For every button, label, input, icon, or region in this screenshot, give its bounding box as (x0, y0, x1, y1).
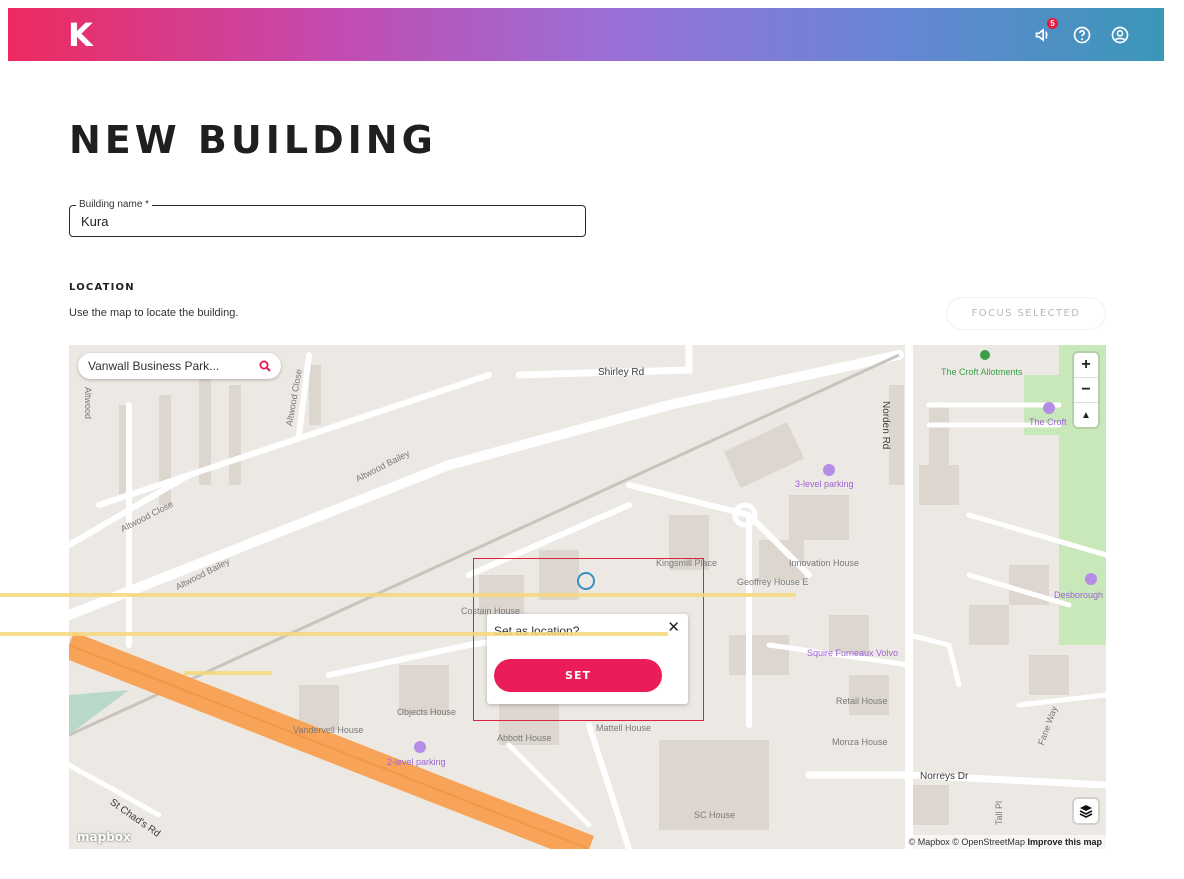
map-label-sc-house: SC House (694, 810, 736, 820)
help-button[interactable] (1070, 23, 1094, 47)
search-icon[interactable] (259, 360, 271, 372)
map-label-abbott-house: Abbott House (497, 733, 552, 743)
map-zoom-controls: + − ▲ (1074, 353, 1098, 427)
map-label-norreys-dr: Norreys Dr (920, 771, 969, 782)
announcements-button[interactable]: 5 (1032, 18, 1058, 47)
zoom-out-button[interactable]: − (1074, 378, 1098, 403)
popup-close-button[interactable]: ✕ (667, 618, 680, 636)
map-layers-button[interactable] (1074, 799, 1098, 823)
kura-logo[interactable]: K (68, 19, 94, 51)
map-attribution: © Mapbox © OpenStreetMap Improve this ma… (904, 835, 1106, 849)
map-label-monza-house: Monza House (832, 737, 888, 747)
account-icon (1111, 26, 1129, 44)
building-name-input[interactable] (81, 214, 561, 229)
compass-button[interactable]: ▲ (1074, 403, 1098, 427)
help-icon (1073, 26, 1091, 44)
map-label-croft-allotments: The Croft Allotments (941, 367, 1023, 377)
location-help-text: Use the map to locate the building. (69, 307, 239, 319)
account-button[interactable] (1108, 23, 1132, 47)
location-map[interactable]: Shirley Rd Norden Rd Altwood Altwood Clo… (69, 345, 1106, 849)
location-section-title: LOCATION (69, 282, 135, 293)
page-title: NEW BUILDING (69, 118, 437, 162)
attribution-text[interactable]: © Mapbox © OpenStreetMap (909, 837, 1025, 847)
zoom-in-button[interactable]: + (1074, 353, 1098, 378)
map-label-squire-furneaux: Squire Furneaux Volvo (807, 648, 899, 658)
map-search-input[interactable]: Vanwall Business Park... (88, 359, 259, 373)
location-marker[interactable] (577, 572, 595, 590)
popup-question: Set as location? (494, 624, 580, 638)
map-label-retail-house: Retail House (836, 696, 888, 706)
map-label-altwood: Altwood (83, 387, 93, 420)
mapbox-logo[interactable]: mapbox (77, 830, 131, 844)
map-label-norden-rd: Norden Rd (880, 401, 891, 450)
notification-badge: 5 (1047, 18, 1058, 29)
map-label-shirley-rd: Shirley Rd (598, 367, 645, 378)
top-icons: 5 (1032, 18, 1132, 47)
layers-icon (1079, 805, 1093, 818)
map-label-3-level-parking: 3-level parking (795, 479, 854, 489)
map-label-tall-pl: Tall Pl (994, 800, 1004, 825)
map-label-2-level-parking: 2-level parking (387, 757, 446, 767)
set-location-button[interactable]: SET (494, 659, 662, 692)
building-name-field[interactable]: Building name * (69, 199, 586, 237)
map-label-the-croft: The Croft (1029, 417, 1067, 427)
top-navigation-bar: K 5 (8, 8, 1164, 61)
map-label-kingsmill-place: Kingsmill Place (656, 558, 718, 568)
map-label-geoffrey-house: Geoffrey House E (737, 577, 809, 587)
map-label-vandervell-house: Vandervell House (293, 725, 364, 735)
improve-map-link[interactable]: Improve this map (1027, 837, 1102, 847)
set-location-popup: Set as location? ✕ SET (487, 614, 688, 704)
map-label-mattell-house: Mattell House (596, 723, 652, 733)
building-name-label: Building name * (76, 199, 153, 210)
map-label-objects-house: Objects House (397, 707, 457, 717)
map-label-desborough: Desborough (1054, 590, 1104, 600)
map-search-box[interactable]: Vanwall Business Park... (78, 353, 281, 379)
focus-selected-button[interactable]: FOCUS SELECTED (946, 297, 1106, 330)
map-label-innovation-house: Innovation House (789, 558, 860, 568)
